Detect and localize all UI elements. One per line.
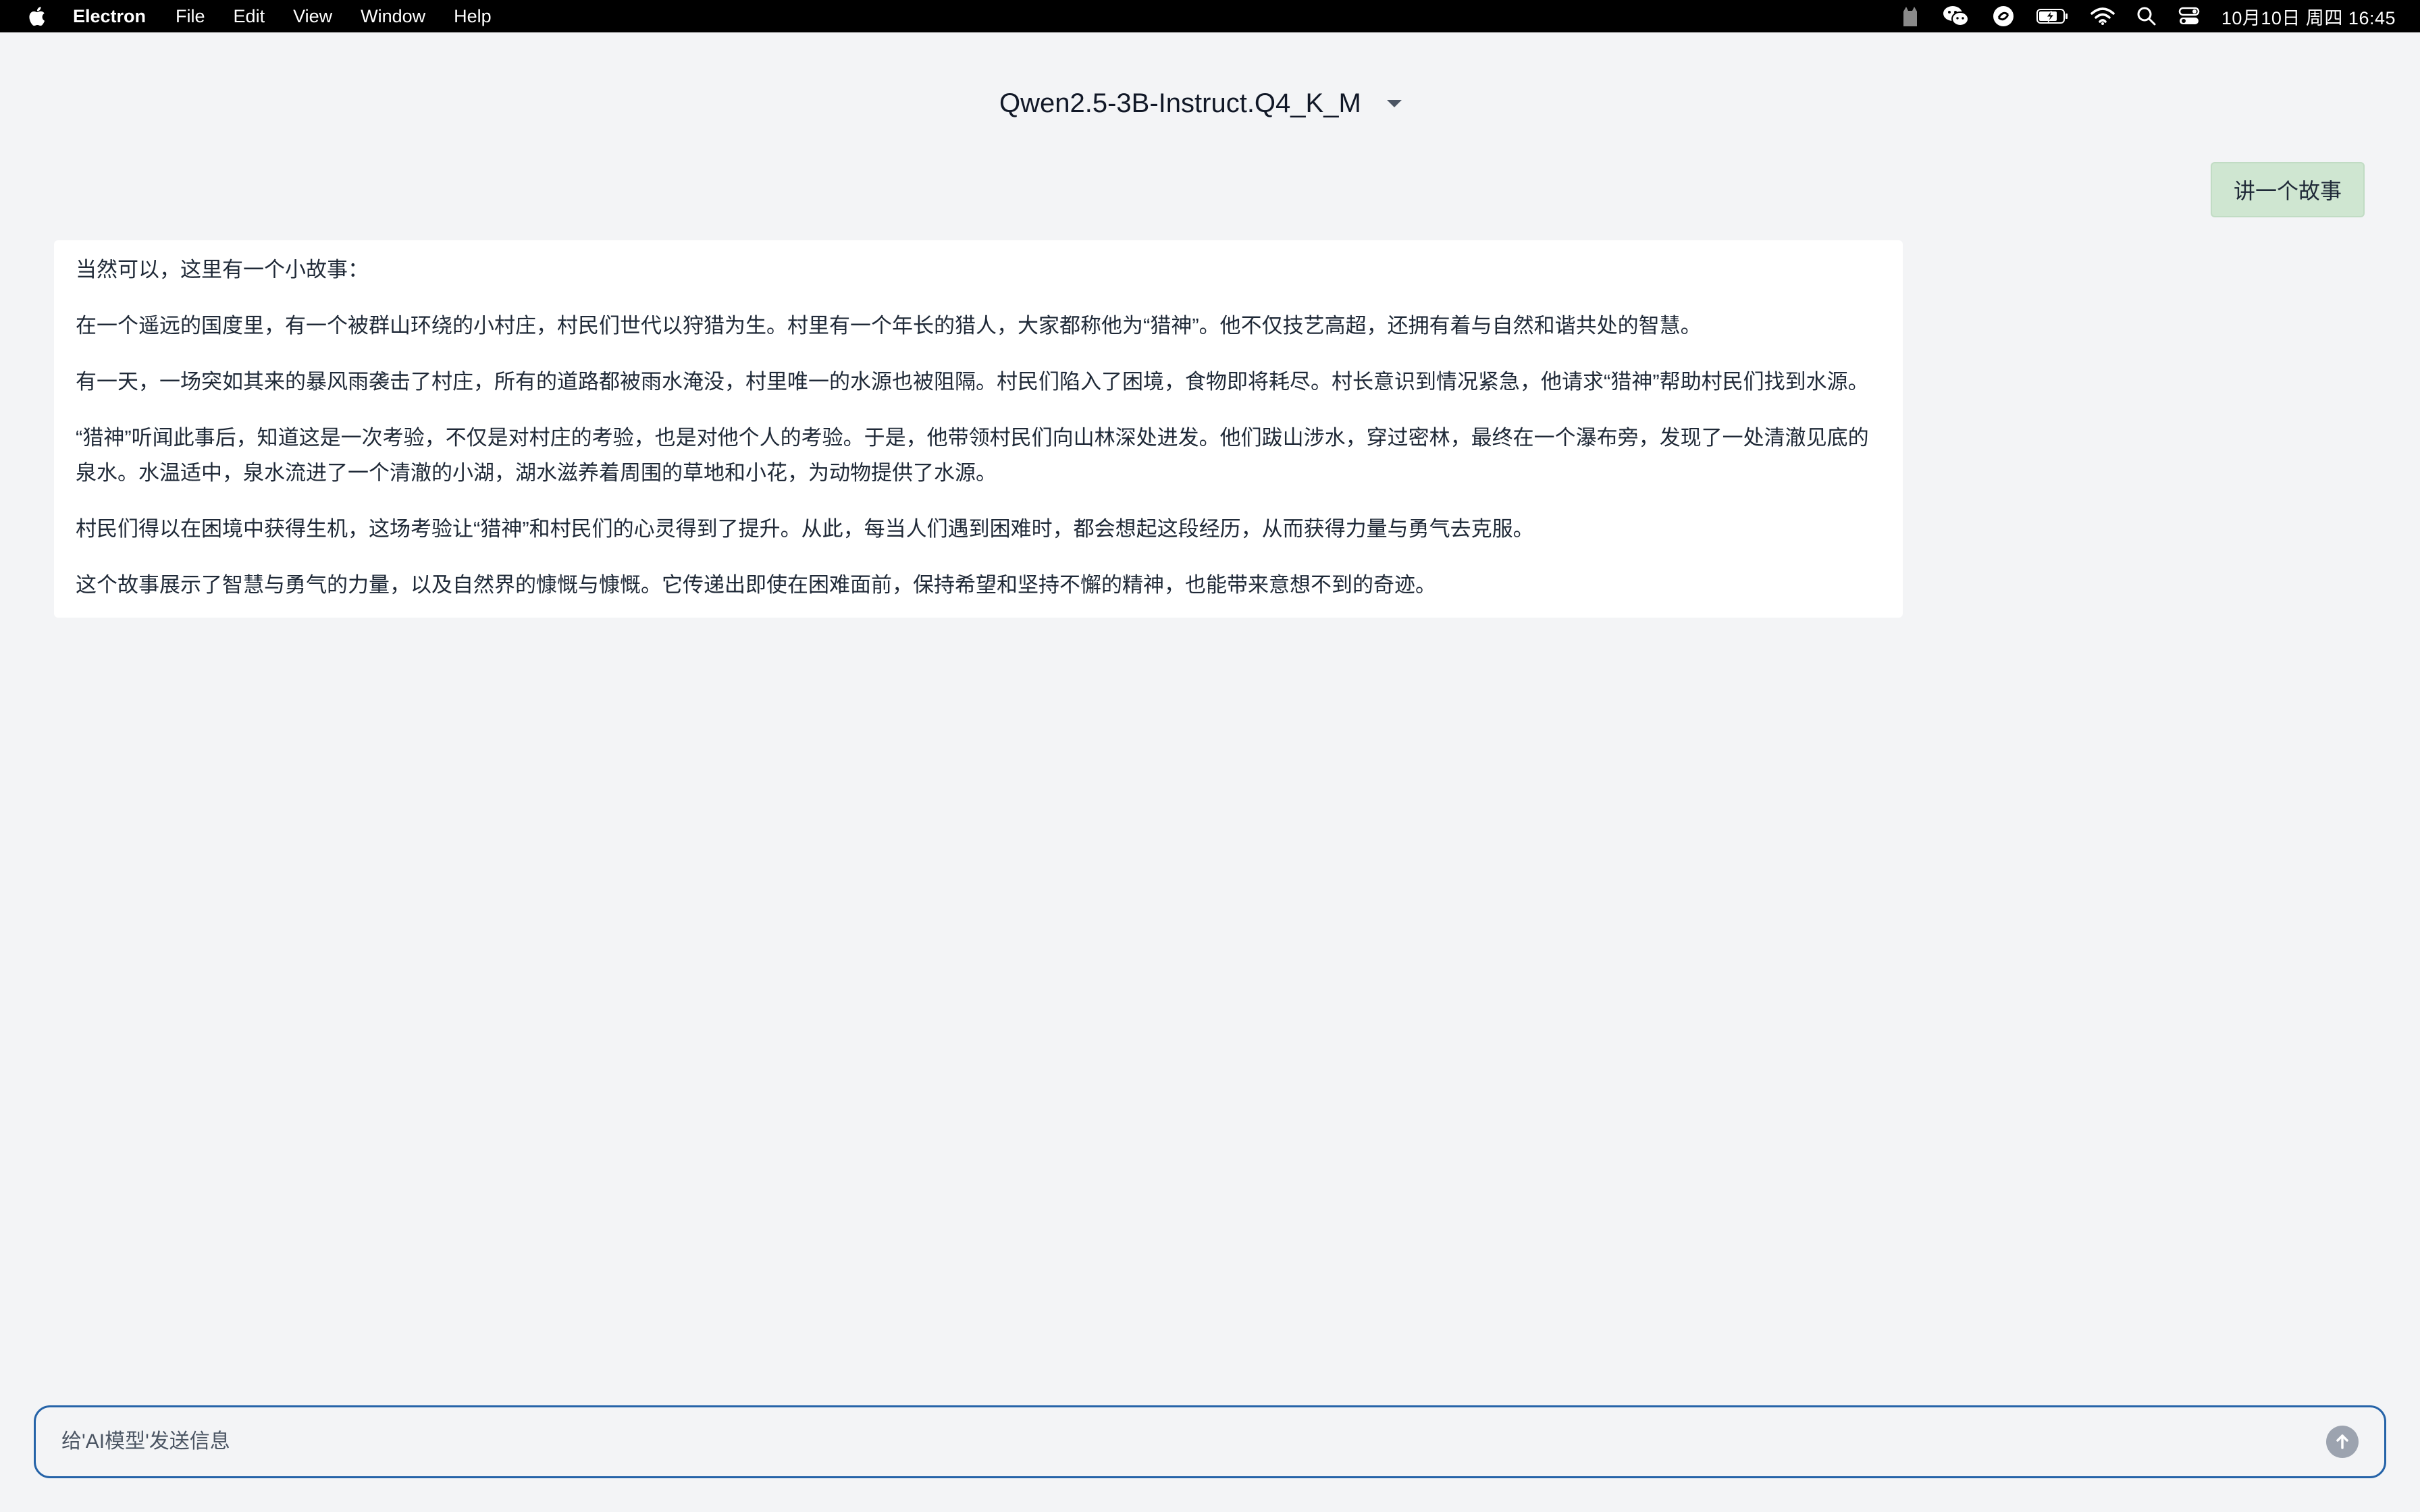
message-composer (34, 1405, 2386, 1478)
wifi-icon[interactable] (2090, 0, 2115, 32)
menu-help[interactable]: Help (454, 6, 492, 27)
menu-file[interactable]: File (176, 6, 205, 27)
search-icon[interactable] (2136, 0, 2157, 32)
assistant-paragraph: “猎神”听闻此事后，知道这是一次考验，不仅是对村庄的考验，也是对他个人的考验。于… (76, 426, 1869, 485)
assistant-message-bubble: 当然可以，这里有一个小故事： 在一个遥远的国度里，有一个被群山环绕的小村庄，村民… (54, 240, 1903, 618)
menu-view[interactable]: View (293, 6, 332, 27)
assistant-paragraph: 有一天，一场突如其来的暴风雨袭击了村庄，所有的道路都被雨水淹没，村里唯一的水源也… (76, 370, 1869, 394)
wechat-icon[interactable] (1942, 0, 1970, 32)
cat-icon[interactable] (1900, 0, 1920, 32)
model-name: Qwen2.5-3B-Instruct.Q4_K_M (999, 88, 1361, 118)
send-button[interactable] (2326, 1426, 2359, 1458)
user-message-bubble: 讲一个故事 (2210, 162, 2365, 217)
apple-icon[interactable] (27, 5, 46, 28)
assistant-paragraph: 在一个遥远的国度里，有一个被群山环绕的小村庄，村民们世代以狩猎为生。村里有一个年… (76, 314, 1702, 338)
menu-bar-left: Electron File Edit View Window Help (0, 0, 520, 32)
menu-window[interactable]: Window (361, 6, 425, 27)
arrow-up-icon (2336, 1434, 2348, 1449)
assistant-paragraph: 当然可以，这里有一个小故事： (76, 258, 369, 281)
battery-icon[interactable] (2036, 0, 2069, 32)
chevron-down-icon (1386, 99, 1402, 107)
menu-bar: Electron File Edit View Window Help 10月1… (0, 0, 2420, 32)
message-input[interactable] (60, 1421, 2326, 1463)
menu-bar-clock[interactable]: 10月10日 周四 16:45 (2221, 3, 2396, 30)
assistant-paragraph: 这个故事展示了智慧与勇气的力量，以及自然界的慷慨与慷慨。它传递出即使在困难面前，… (76, 573, 1436, 597)
menu-app-name[interactable]: Electron (73, 6, 146, 27)
menu-bar-status-area: 10月10日 周四 16:45 (1878, 0, 2396, 32)
user-message-text: 讲一个故事 (2233, 179, 2342, 203)
model-selector[interactable]: Qwen2.5-3B-Instruct.Q4_K_M (999, 80, 1402, 127)
sync-icon[interactable] (1992, 0, 2015, 32)
control-center-icon[interactable] (2178, 0, 2200, 32)
menu-edit[interactable]: Edit (234, 6, 265, 27)
assistant-paragraph: 村民们得以在困境中获得生机，这场考验让“猎神”和村民们的心灵得到了提升。从此，每… (76, 517, 1534, 541)
